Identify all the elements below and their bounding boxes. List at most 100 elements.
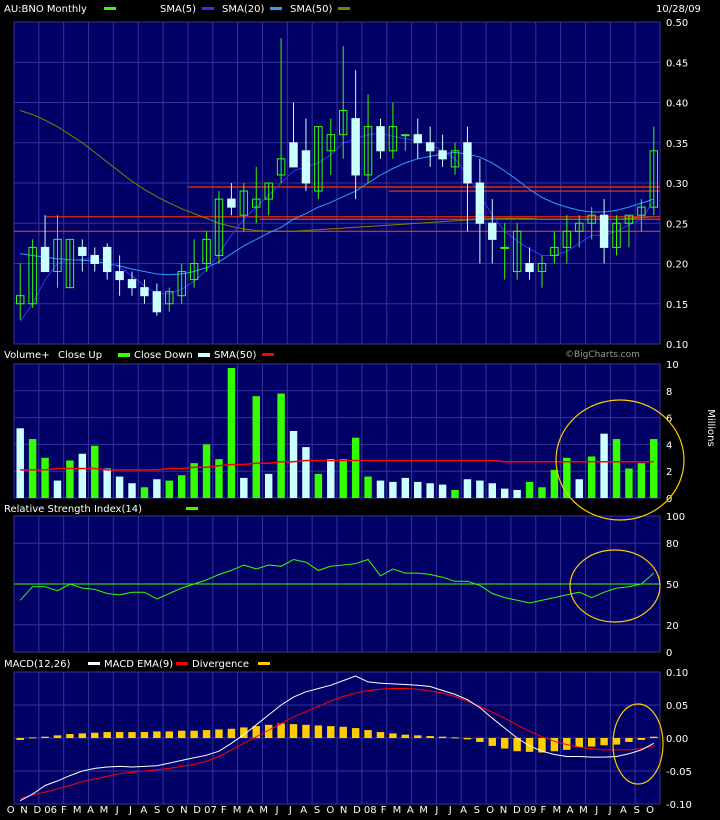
month-label: S	[474, 805, 480, 816]
volume-y-tick-label: 8	[666, 387, 672, 398]
price-y-tick-label: 0.40	[666, 99, 688, 110]
macd-legend-divergence-swatch	[258, 662, 270, 665]
divergence-bar	[91, 732, 99, 738]
volume-bar	[438, 484, 447, 498]
candle-body	[500, 246, 509, 249]
month-label: F	[61, 805, 67, 816]
volume-bar	[364, 476, 372, 498]
month-label: N	[340, 805, 347, 816]
macd-y-tick-label: 0.00	[666, 734, 688, 745]
volume-bar	[153, 479, 161, 498]
volume-y-tick-label: 10	[666, 360, 679, 371]
candle-body	[401, 134, 410, 137]
price-y-tick-label: 0.20	[666, 260, 688, 271]
volume-bar	[264, 473, 273, 498]
divergence-bar	[314, 725, 323, 738]
month-label: O	[486, 805, 494, 816]
price-y-tick-label: 0.25	[666, 219, 688, 230]
rsi-y-tick-label: 100	[666, 512, 685, 523]
macd-y-tick-label: -0.10	[666, 800, 692, 811]
candle-body	[463, 142, 472, 184]
divergence-bar	[476, 738, 484, 742]
volume-legend-closeup-swatch	[118, 353, 130, 357]
month-axis: O N D 06 F M A M J J A S O N D 07 F M A M J J A S O N D 08 F M A M J J A S O…	[7, 805, 654, 816]
divergence-bar	[438, 736, 447, 738]
candle-body	[90, 254, 99, 264]
macd-legend-ema-swatch	[176, 662, 188, 665]
rsi-title: Relative Strength Index(14)	[4, 504, 142, 515]
divergence-bar	[128, 732, 136, 738]
volume-bar	[650, 439, 658, 498]
candle-body	[376, 126, 385, 152]
divergence-bar	[426, 736, 434, 738]
legend-sma5-swatch	[202, 7, 214, 10]
volume-bar	[190, 463, 198, 498]
divergence-bar	[277, 723, 285, 738]
candle-body	[599, 214, 609, 248]
month-label: O	[167, 805, 175, 816]
divergence-bar	[637, 738, 646, 740]
volume-bar	[16, 428, 24, 498]
divergence-bar	[177, 730, 186, 738]
price-y-tick-label: 0.10	[666, 340, 688, 351]
volume-y-tick-label: 2	[666, 467, 672, 478]
candle-body	[127, 279, 137, 289]
volume-bar	[451, 489, 459, 498]
volume-bar	[463, 479, 472, 498]
macd-y-tick-label: -0.05	[666, 767, 692, 778]
volume-bar	[252, 396, 260, 498]
month-label: J	[448, 805, 452, 816]
macd-y-tick-label: 0.05	[666, 701, 688, 712]
volume-legend-closeup: Close Up	[58, 350, 102, 361]
volume-bar	[41, 457, 49, 498]
divergence-bar	[202, 730, 211, 738]
volume-bar	[289, 431, 298, 498]
month-label: M	[233, 805, 242, 816]
candle-body	[289, 142, 298, 168]
divergence-bar	[488, 738, 497, 746]
month-label: A	[567, 805, 574, 816]
divergence-bar	[289, 724, 298, 738]
month-label: M	[100, 805, 109, 816]
volume-bar	[302, 447, 310, 498]
rsi-y-tick-label: 20	[666, 621, 679, 632]
month-label: O	[326, 805, 334, 816]
price-y-tick-label: 0.50	[666, 18, 688, 29]
divergence-bar	[140, 732, 149, 738]
divergence-bar	[165, 731, 174, 738]
volume-bar	[488, 483, 497, 498]
month-label: S	[314, 805, 320, 816]
divergence-bar	[389, 733, 397, 738]
volume-bar	[587, 456, 596, 498]
divergence-bar	[575, 738, 583, 748]
rsi-y-tick-label: 0	[666, 648, 672, 659]
divergence-bar	[351, 728, 360, 738]
month-label: J	[608, 805, 612, 816]
candle-body	[425, 142, 435, 152]
volume-bar	[538, 487, 546, 498]
candle-body	[115, 271, 124, 281]
candle-body	[152, 291, 162, 313]
volume-bar	[376, 480, 385, 498]
candle-body	[488, 222, 497, 240]
month-label: A	[620, 805, 627, 816]
month-label: N	[180, 805, 187, 816]
divergence-bar	[587, 738, 596, 747]
divergence-bar	[103, 732, 111, 738]
divergence-bar	[78, 733, 87, 738]
month-label: M	[73, 805, 82, 816]
divergence-bar	[451, 737, 459, 739]
divergence-bar	[115, 732, 124, 738]
chart-date: 10/28/09	[656, 4, 701, 15]
volume-bar	[476, 480, 484, 498]
divergence-bar	[612, 738, 621, 745]
month-label: J	[115, 805, 119, 816]
macd-legend-ema: MACD EMA(9)	[104, 659, 173, 670]
price-y-tick-label: 0.15	[666, 300, 688, 311]
month-label: A	[140, 805, 147, 816]
volume-bar	[600, 433, 608, 498]
divergence-bar	[625, 738, 633, 742]
legend-sma20-swatch	[270, 7, 282, 10]
month-label: F	[381, 805, 387, 816]
candle-body	[413, 134, 422, 144]
